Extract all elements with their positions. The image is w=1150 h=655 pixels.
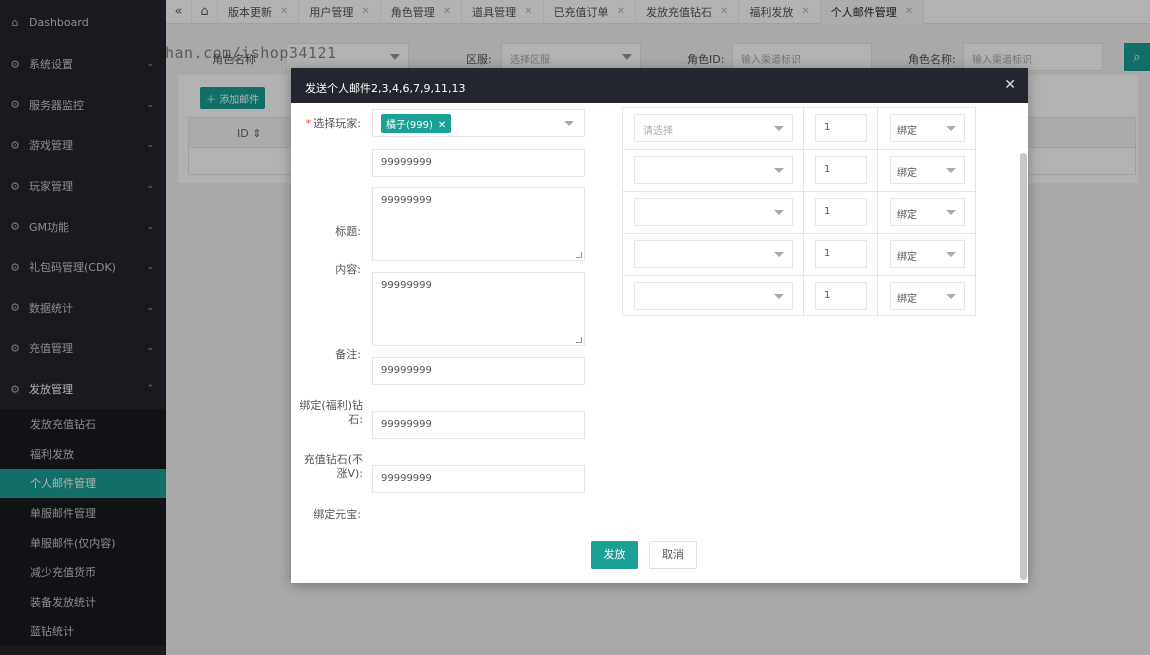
player-tag: 橘子(999) ✕ <box>381 114 452 133</box>
remark-field[interactable]: 99999999 <box>372 272 585 346</box>
content-label: 内容: <box>335 263 361 276</box>
item-bind-select[interactable]: 绑定 <box>890 156 965 184</box>
chevron-down-icon <box>774 252 784 257</box>
player-label: * 选择玩家: <box>291 117 361 131</box>
chevron-down-icon <box>946 252 956 257</box>
recharge-diamond-field[interactable]: 99999999 <box>372 411 585 439</box>
content-field[interactable]: 99999999 <box>372 187 585 261</box>
chevron-down-icon <box>774 168 784 173</box>
content-value: 99999999 <box>381 195 432 206</box>
item-bind-label: 绑定 <box>897 210 917 221</box>
chevron-down-icon <box>946 294 956 299</box>
item-bind-select[interactable]: 绑定 <box>890 240 965 268</box>
item-row: 1 绑定 <box>623 276 975 318</box>
bind-yuanbao-field[interactable]: 99999999 <box>372 465 585 493</box>
bind-yuanbao-label: 绑定元宝: <box>313 508 361 521</box>
item-quantity[interactable]: 1 <box>815 198 867 226</box>
bind-diamond-field[interactable]: 99999999 <box>372 357 585 385</box>
item-select[interactable] <box>634 240 793 268</box>
item-select-placeholder: 请选择 <box>643 126 673 137</box>
remark-label: 备注: <box>335 348 361 361</box>
item-row: 1 绑定 <box>623 192 975 234</box>
tag-close-icon[interactable]: ✕ <box>438 120 446 131</box>
item-row: 1 绑定 <box>623 234 975 276</box>
modal-scrollbar[interactable] <box>1020 153 1027 580</box>
item-select[interactable]: 请选择 <box>634 114 793 142</box>
item-bind-select[interactable]: 绑定 <box>890 282 965 310</box>
title-field[interactable]: 99999999 <box>372 149 585 177</box>
items-table: 请选择 1 绑定 1 绑定 1 绑定 1 绑定 1 绑定 <box>622 107 976 318</box>
close-icon[interactable]: ✕ <box>1004 77 1016 93</box>
player-tag-label: 橘子(999) <box>386 120 433 131</box>
item-quantity[interactable]: 1 <box>815 114 867 142</box>
chevron-down-icon <box>774 294 784 299</box>
chevron-down-icon <box>564 121 574 126</box>
submit-button[interactable]: 发放 <box>591 541 638 569</box>
item-quantity[interactable]: 1 <box>815 282 867 310</box>
player-label-text: 选择玩家: <box>313 117 361 130</box>
item-bind-select[interactable]: 绑定 <box>890 198 965 226</box>
item-select[interactable] <box>634 156 793 184</box>
item-bind-label: 绑定 <box>897 126 917 137</box>
item-bind-label: 绑定 <box>897 294 917 305</box>
item-row: 1 绑定 <box>623 150 975 192</box>
item-quantity[interactable]: 1 <box>815 156 867 184</box>
modal-body: * 选择玩家: 橘子(999) ✕ 标题: 99999999 内容: 9999999… <box>291 103 1028 583</box>
send-mail-modal: 发送个人邮件2,3,4,6,7,9,11,13 ✕ * 选择玩家: 橘子(999)… <box>291 68 1028 583</box>
cancel-button[interactable]: 取消 <box>649 541 697 569</box>
item-bind-label: 绑定 <box>897 168 917 179</box>
chevron-down-icon <box>946 168 956 173</box>
chevron-down-icon <box>946 126 956 131</box>
resize-grip[interactable] <box>576 252 582 258</box>
title-label: 标题: <box>335 225 361 238</box>
resize-grip[interactable] <box>576 337 582 343</box>
item-bind-label: 绑定 <box>897 252 917 263</box>
modal-title: 发送个人邮件2,3,4,6,7,9,11,13 <box>305 82 466 95</box>
item-quantity[interactable]: 1 <box>815 240 867 268</box>
chevron-down-icon <box>774 126 784 131</box>
player-select[interactable]: 橘子(999) ✕ <box>372 109 585 137</box>
item-select[interactable] <box>634 198 793 226</box>
item-select[interactable] <box>634 282 793 310</box>
chevron-down-icon <box>774 210 784 215</box>
chevron-down-icon <box>946 210 956 215</box>
remark-value: 99999999 <box>381 280 432 291</box>
modal-header: 发送个人邮件2,3,4,6,7,9,11,13 ✕ <box>291 68 1028 103</box>
item-row: 请选择 1 绑定 <box>623 108 975 150</box>
recharge-diamond-label: 充值钻石(不涨V): <box>303 453 363 480</box>
item-bind-select[interactable]: 绑定 <box>890 114 965 142</box>
bind-diamond-label: 绑定(福利)钻石: <box>299 399 363 426</box>
required-mark: * <box>305 117 312 130</box>
